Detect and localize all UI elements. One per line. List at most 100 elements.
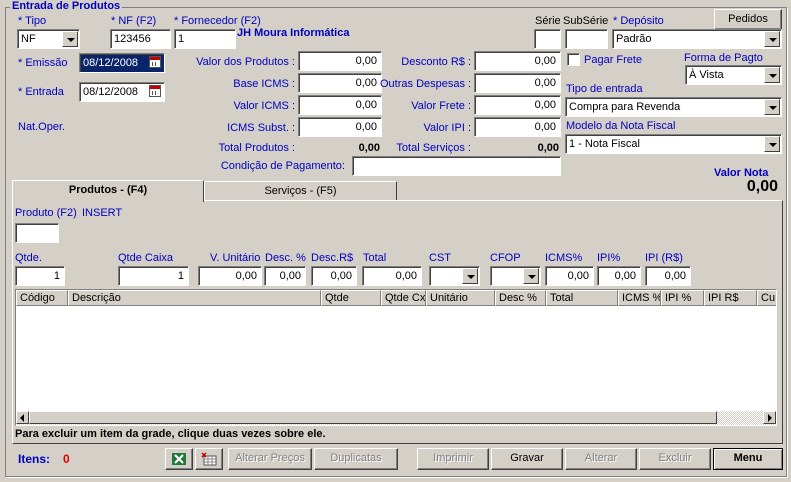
tab-produtos-label: Produtos - (F4) bbox=[68, 184, 148, 196]
tipo-entrada-value: Compra para Revenda bbox=[569, 101, 681, 113]
grid-header-desc-pct[interactable]: Desc % bbox=[495, 290, 546, 306]
icms-subst-value: 0,00 bbox=[355, 121, 377, 133]
total-value: 0,00 bbox=[395, 270, 417, 282]
produto-mode: INSERT bbox=[82, 207, 123, 219]
modelo-nf-dropdown-icon[interactable] bbox=[764, 136, 780, 152]
qtde-caixa-input[interactable]: 1 bbox=[118, 266, 189, 286]
grid-header-codigo[interactable]: Código bbox=[16, 290, 68, 306]
qtde-caixa-label: Qtde Caixa bbox=[118, 252, 174, 264]
desconto-input[interactable]: 0,00 bbox=[474, 51, 561, 71]
qtde-input[interactable]: 1 bbox=[15, 266, 65, 286]
menu-button[interactable]: Menu bbox=[713, 448, 783, 470]
nf-value: 123456 bbox=[114, 33, 151, 45]
grid-header-icms-pct[interactable]: ICMS % bbox=[618, 290, 661, 306]
cst-select[interactable] bbox=[429, 266, 480, 286]
grid-header-unitario[interactable]: Unitário bbox=[426, 290, 495, 306]
v-unitario-value: 0,00 bbox=[235, 270, 257, 282]
desconto-value: 0,00 bbox=[534, 55, 556, 67]
valor-ipi-input[interactable]: 0,00 bbox=[474, 117, 561, 137]
valor-produtos-input[interactable]: 0,00 bbox=[298, 51, 382, 71]
modelo-nf-value: 1 - Nota Fiscal bbox=[569, 138, 640, 150]
deposito-value: Padrão bbox=[616, 33, 652, 45]
imprimir-label: Imprimir bbox=[433, 452, 473, 464]
outras-despesas-label: Outras Despesas : bbox=[380, 78, 472, 90]
total-servicos-label: Total Serviços : bbox=[396, 142, 471, 154]
modelo-nf-label: Modelo da Nota Fiscal bbox=[566, 120, 676, 132]
entrada-calendar-icon[interactable] bbox=[149, 85, 161, 97]
subserie-input[interactable] bbox=[565, 29, 608, 49]
grid-header-total[interactable]: Total bbox=[546, 290, 618, 306]
scroll-thumb[interactable] bbox=[29, 411, 717, 424]
cfop-select[interactable] bbox=[490, 266, 541, 286]
condicao-pagamento-input[interactable] bbox=[352, 156, 561, 176]
serie-input[interactable] bbox=[534, 29, 561, 49]
forma-pagto-select[interactable]: À Vista bbox=[685, 65, 782, 85]
alterar-precos-label: Alterar Preços bbox=[235, 452, 305, 464]
tab-join bbox=[13, 200, 203, 202]
grid-header-qtde-cx[interactable]: Qtde Cx bbox=[381, 290, 426, 306]
gravar-button[interactable]: Gravar bbox=[491, 448, 563, 470]
desc-rs-input[interactable]: 0,00 bbox=[311, 266, 357, 286]
ipi-pct-label: IPI% bbox=[597, 252, 621, 264]
cfop-dropdown-icon[interactable] bbox=[523, 268, 539, 284]
export-grid-button[interactable] bbox=[195, 448, 223, 470]
excluir-label: Excluir bbox=[658, 452, 692, 464]
grid-header-custo[interactable]: Cu bbox=[757, 290, 776, 306]
tipo-dropdown-icon[interactable] bbox=[62, 31, 78, 47]
tipo-value: NF bbox=[21, 33, 36, 45]
valor-ipi-label: Valor IPI : bbox=[423, 122, 471, 134]
tipo-entrada-dropdown-icon[interactable] bbox=[764, 99, 780, 115]
v-unitario-input[interactable]: 0,00 bbox=[198, 266, 262, 286]
grid-header-ipi-pct[interactable]: IPI % bbox=[661, 290, 704, 306]
duplicatas-label: Duplicatas bbox=[330, 452, 382, 464]
alterar-precos-button[interactable]: Alterar Preços bbox=[228, 448, 312, 470]
produto-input[interactable] bbox=[15, 223, 59, 243]
modelo-nf-select[interactable]: 1 - Nota Fiscal bbox=[565, 134, 782, 154]
items-grid[interactable]: Código Descrição Qtde Qtde Cx Unitário D… bbox=[15, 289, 777, 426]
excel-export-button[interactable] bbox=[165, 448, 193, 470]
grid-header-ipi-rs[interactable]: IPI R$ bbox=[704, 290, 757, 306]
emissao-calendar-icon[interactable] bbox=[149, 56, 161, 68]
valor-frete-input[interactable]: 0,00 bbox=[474, 95, 561, 115]
tab-produtos[interactable]: Produtos - (F4) bbox=[12, 180, 204, 202]
qtde-caixa-value: 1 bbox=[177, 270, 184, 282]
gravar-label: Gravar bbox=[510, 452, 544, 464]
icms-subst-input[interactable]: 0,00 bbox=[298, 117, 382, 137]
tab-servicos[interactable]: Serviços - (F5) bbox=[204, 181, 397, 200]
scroll-right-icon[interactable] bbox=[763, 411, 776, 424]
pagar-frete-checkbox[interactable] bbox=[567, 53, 580, 66]
deposito-dropdown-icon[interactable] bbox=[764, 31, 780, 47]
grid-header-qtde[interactable]: Qtde bbox=[321, 290, 381, 306]
export-icon bbox=[201, 452, 217, 466]
nf-input[interactable]: 123456 bbox=[110, 29, 171, 49]
valor-icms-value: 0,00 bbox=[355, 99, 377, 111]
condicao-pagamento-label: Condição de Pagamento: bbox=[220, 160, 345, 172]
desc-pct-input[interactable]: 0,00 bbox=[264, 266, 306, 286]
duplicatas-button[interactable]: Duplicatas bbox=[314, 448, 398, 470]
forma-pagto-dropdown-icon[interactable] bbox=[764, 67, 780, 83]
scroll-left-icon[interactable] bbox=[16, 411, 29, 424]
fornecedor-input[interactable]: 1 bbox=[174, 29, 236, 49]
ipi-pct-input[interactable]: 0,00 bbox=[597, 266, 641, 286]
icms-pct-input[interactable]: 0,00 bbox=[545, 266, 594, 286]
base-icms-input[interactable]: 0,00 bbox=[298, 73, 382, 93]
deposito-select[interactable]: Padrão bbox=[612, 29, 782, 49]
base-icms-label: Base ICMS : bbox=[233, 78, 295, 90]
outras-despesas-input[interactable]: 0,00 bbox=[474, 73, 561, 93]
nf-label: * NF (F2) bbox=[111, 15, 157, 27]
imprimir-button[interactable]: Imprimir bbox=[417, 448, 489, 470]
pedidos-button[interactable]: Pedidos bbox=[714, 9, 782, 30]
total-input[interactable]: 0,00 bbox=[362, 266, 422, 286]
alterar-button[interactable]: Alterar bbox=[565, 448, 637, 470]
total-servicos-value: 0,00 bbox=[537, 142, 559, 154]
grid-header-descricao[interactable]: Descrição bbox=[68, 290, 321, 306]
valor-icms-input[interactable]: 0,00 bbox=[298, 95, 382, 115]
v-unitario-label: V. Unitário bbox=[210, 252, 261, 264]
cst-label: CST bbox=[429, 252, 451, 264]
cst-dropdown-icon[interactable] bbox=[462, 268, 478, 284]
excluir-button[interactable]: Excluir bbox=[639, 448, 711, 470]
tipo-select[interactable]: NF bbox=[17, 29, 80, 49]
tipo-entrada-select[interactable]: Compra para Revenda bbox=[565, 97, 782, 117]
ipi-rs-input[interactable]: 0,00 bbox=[645, 266, 691, 286]
grid-horizontal-scrollbar[interactable] bbox=[16, 411, 776, 425]
